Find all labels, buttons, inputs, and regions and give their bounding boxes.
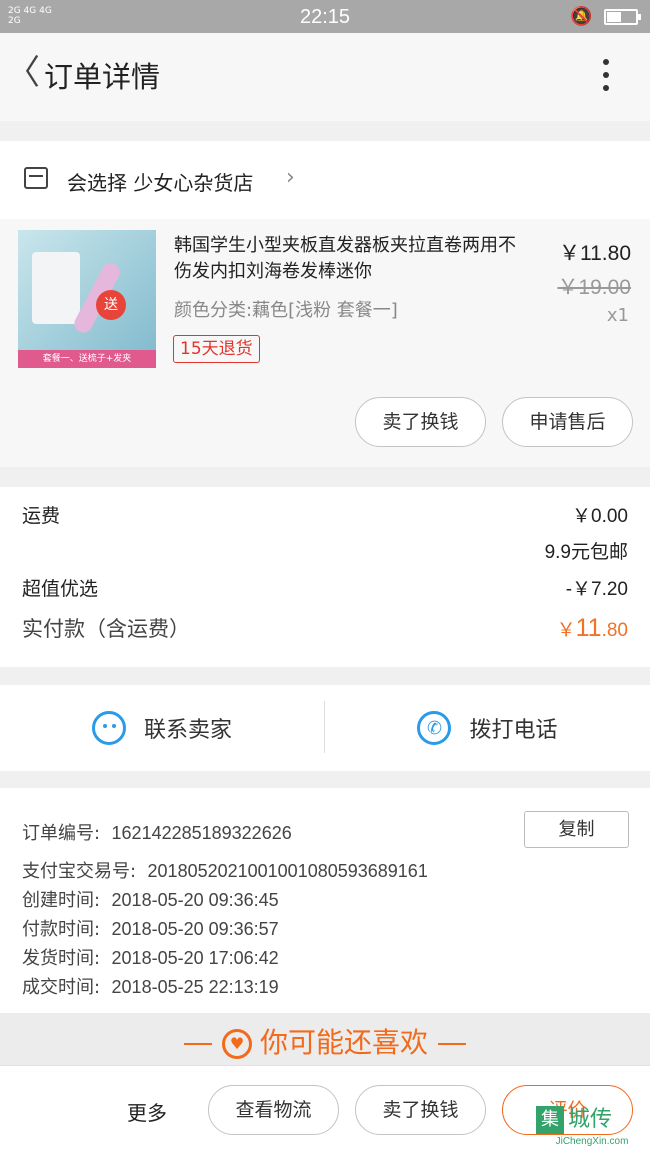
phone-icon: ✆	[417, 711, 452, 745]
created-time-row: 创建时间: 2018-05-20 09:36:45	[22, 886, 279, 912]
shipping-note: 9.9元包邮	[544, 542, 628, 563]
call-phone-button[interactable]: ✆ 拨打电话	[325, 685, 650, 771]
product-thumbnail[interactable]: 送 套餐一、送梳子+发夹	[18, 230, 156, 368]
product-name: 韩国学生小型夹板直发器板夹拉直卷两用不伤发内扣刘海卷发棒迷你	[174, 235, 516, 282]
clock: 22:15	[299, 6, 351, 28]
created-time-value: 2018-05-20 09:36:45	[111, 890, 279, 910]
battery-icon	[604, 9, 641, 25]
after-sales-button[interactable]: 申请售后	[502, 397, 633, 447]
paid-amount: ￥11.80	[557, 614, 628, 643]
more-options-icon[interactable]	[596, 59, 616, 95]
order-info: 订单编号: 162142285189322626 复制 支付宝交易号: 2018…	[0, 788, 650, 1013]
shop-icon	[24, 167, 48, 189]
product-item[interactable]: 送 套餐一、送梳子+发夹 韩国学生小型夹板直发器板夹拉直卷两用不伤发内扣刘海卷发…	[0, 219, 650, 467]
alipay-trade-value: 2018052021001001080593689161	[147, 861, 428, 881]
gift-badge: 送	[96, 290, 126, 320]
paid-label: 实付款（含运费）	[22, 617, 190, 641]
shipped-time-label: 发货时间:	[22, 948, 101, 969]
shipped-time-row: 发货时间: 2018-05-20 17:06:42	[22, 944, 279, 970]
alipay-trade-label: 支付宝交易号:	[22, 861, 137, 882]
paid-integer: 11	[575, 614, 602, 642]
shop-name: 会选择 少女心杂货店	[67, 171, 254, 195]
contact-seller-button[interactable]: 联系卖家	[0, 685, 324, 771]
app-header: 〈 订单详情	[0, 33, 650, 121]
original-price: ￥19.00	[557, 276, 631, 299]
thumb-caption: 套餐一、送梳子+发夹	[18, 350, 156, 368]
watermark-badge: 集	[536, 1106, 564, 1134]
watermark-name: 城传	[568, 1107, 613, 1132]
more-button[interactable]: 更多	[127, 1097, 167, 1126]
paid-currency: ￥	[556, 620, 576, 641]
order-number-row: 订单编号: 162142285189322626	[22, 819, 292, 845]
battery-level	[607, 12, 621, 22]
order-number-value: 162142285189322626	[111, 823, 292, 843]
page-title: 订单详情	[44, 60, 161, 94]
contact-seller-label: 联系卖家	[143, 718, 232, 743]
paid-decimal: .80	[601, 620, 628, 641]
discount-label: 超值优选	[22, 578, 99, 600]
heart-icon: ♥	[221, 1029, 252, 1059]
product-quantity: x1	[606, 305, 629, 326]
order-number-label: 订单编号:	[22, 823, 101, 844]
paid-time-label: 付款时间:	[22, 919, 101, 940]
status-bar: 2G 4G 4G 2G 22:15 🔕	[0, 0, 650, 33]
copy-button[interactable]: 复制	[524, 811, 629, 848]
refund-badge: 15天退货	[173, 335, 260, 363]
dash-line	[183, 1043, 212, 1045]
chevron-right-icon: ›	[286, 165, 295, 190]
shipped-time-value: 2018-05-20 17:06:42	[111, 948, 279, 968]
created-time-label: 创建时间:	[22, 890, 101, 911]
completed-time-value: 2018-05-25 22:13:19	[111, 977, 279, 997]
chat-face-icon	[91, 711, 126, 745]
completed-time-label: 成交时间:	[22, 977, 101, 998]
shipping-value: ￥0.00	[572, 506, 628, 527]
call-phone-label: 拨打电话	[469, 718, 558, 743]
completed-time-row: 成交时间: 2018-05-25 22:13:19	[22, 973, 279, 999]
paid-time-row: 付款时间: 2018-05-20 09:36:57	[22, 915, 279, 941]
product-box-image	[32, 252, 80, 324]
product-variant: 颜色分类:藕色[浅粉 套餐一]	[174, 300, 398, 321]
discount-value: -￥7.20	[565, 579, 628, 600]
shipping-label: 运费	[22, 505, 61, 527]
alipay-trade-row: 支付宝交易号: 2018052021001001080593689161	[22, 857, 428, 883]
recommend-title-row: ♥ 你可能还喜欢	[0, 1023, 650, 1063]
sell-for-cash-bottom-button[interactable]: 卖了换钱	[355, 1085, 486, 1135]
paid-time-value: 2018-05-20 09:36:57	[111, 919, 279, 939]
contact-bar: 联系卖家 ✆ 拨打电话	[0, 685, 650, 771]
sell-for-cash-button[interactable]: 卖了换钱	[355, 397, 486, 447]
bell-muted-icon: 🔕	[570, 6, 593, 27]
shop-row[interactable]: 会选择 少女心杂货店 ›	[0, 141, 650, 219]
watermark-logo: 集 城传 JiChengXin.com	[536, 1106, 648, 1154]
view-logistics-button[interactable]: 查看物流	[208, 1085, 339, 1135]
watermark-url: JiChengXin.com	[555, 1136, 629, 1147]
recommend-title: 你可能还喜欢	[259, 1026, 428, 1059]
back-icon[interactable]: 〈	[6, 53, 40, 93]
dash-line	[438, 1043, 466, 1045]
product-price: ￥11.80	[559, 242, 631, 265]
fee-summary: 运费 ￥0.00 9.9元包邮 超值优选 -￥7.20 实付款（含运费） ￥11…	[0, 487, 650, 667]
